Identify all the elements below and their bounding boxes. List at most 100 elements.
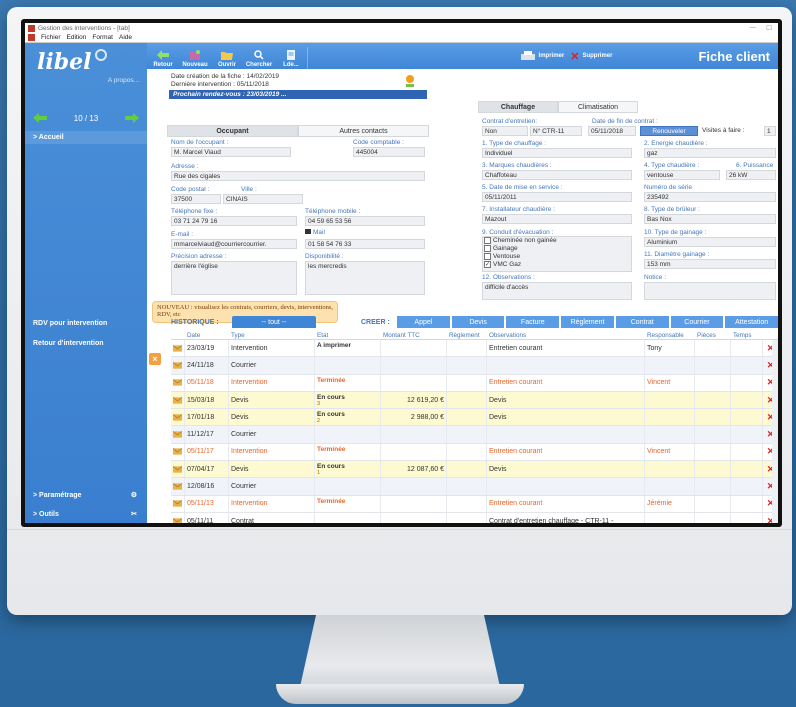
creer-courrier-button[interactable]: Courrier (670, 316, 724, 328)
table-row[interactable]: 23/03/19 Intervention A imprimer Entretien … (171, 340, 778, 358)
col-pieces[interactable]: Pièces (695, 330, 731, 339)
col-montant[interactable]: Montant TTC (381, 330, 447, 339)
table-row[interactable]: 24/11/18 Courrier ✕ (171, 357, 778, 375)
installateur-field[interactable]: Mazout (482, 214, 632, 224)
creer-appel-button[interactable]: Appel (397, 316, 450, 328)
supprimer-button[interactable]: ✕ Supprimer (570, 50, 612, 63)
prev-record-icon[interactable] (33, 113, 47, 123)
tab-occupant[interactable]: Occupant (167, 125, 298, 137)
adresse-field[interactable]: Rue des cigales (171, 171, 425, 181)
ouvrir-button[interactable]: Ouvrir (211, 45, 243, 69)
tel-mobile-field[interactable]: 04 59 65 53 56 (305, 216, 425, 226)
row-etat-label: Terminée (317, 497, 346, 505)
table-scrollbar[interactable] (772, 340, 778, 523)
chercher-button[interactable]: Chercher (243, 45, 275, 69)
table-row[interactable]: 05/11/18 Intervention Terminée Entretien co… (171, 374, 778, 392)
sidebar-item-rdv[interactable]: RDV pour intervention (25, 317, 147, 330)
history-filter-select[interactable]: -- tout -- (232, 316, 316, 328)
type-chaudiere-field[interactable]: ventouse (644, 170, 720, 180)
tab-climatisation[interactable]: Climatisation (558, 101, 638, 113)
sidebar-item-parametrage[interactable]: > Paramétrage ⚙ (25, 489, 147, 502)
notice-field[interactable] (644, 282, 776, 300)
creer-devis-button[interactable]: Devis (451, 316, 505, 328)
code-field[interactable]: 445004 (353, 147, 425, 157)
diametre-field[interactable]: 153 mm (644, 259, 776, 269)
creer-reglement-button[interactable]: Règlement (561, 316, 614, 328)
prochain-rdv-bar[interactable]: Prochain rendez-vous : 23/03/2019 ... (169, 90, 427, 99)
row-observations: Entretien courant (487, 443, 645, 461)
check-ventouse[interactable]: Ventouse (484, 253, 520, 260)
contrat-field[interactable]: Non (482, 126, 528, 136)
observations-field[interactable]: difficile d'accès (482, 282, 632, 300)
renouveler-button[interactable]: Renouveler (640, 126, 698, 136)
close-banner-icon[interactable]: × (149, 353, 161, 365)
nouveau-button[interactable]: Nouveau (179, 45, 211, 69)
serie-field[interactable]: 235492 (644, 192, 776, 202)
marques-field[interactable]: Chaffoteau (482, 170, 632, 180)
fax-field[interactable]: 01 58 54 76 33 (305, 239, 425, 249)
table-row[interactable]: 05/11/11 Contrat Contrat d'entretien chauf… (171, 512, 778, 523)
tel-fixe-field[interactable]: 03 71 24 79 16 (171, 216, 297, 226)
col-type[interactable]: Type (229, 330, 315, 339)
cp-field[interactable]: 37500 (171, 194, 221, 204)
table-row[interactable]: 05/11/13 Intervention Terminée Entretien co… (171, 495, 778, 513)
row-type: Contrat (229, 512, 315, 523)
type-chauffage-field[interactable]: Individuel (482, 148, 632, 158)
table-row[interactable]: 17/01/18 Devis En cours 2 2 988,00 € Devis ✕ (171, 409, 778, 427)
mise-service-field[interactable]: 05/11/2011 (482, 192, 632, 202)
col-responsable[interactable]: Responsable (645, 330, 695, 339)
table-row[interactable]: 15/03/18 Devis En cours 3 12 619,20 € Devis ✕ (171, 391, 778, 410)
check-vmc-gaz[interactable]: ✓ VMC Gaz (484, 261, 521, 268)
creer-contrat-button[interactable]: Contrat (615, 316, 669, 328)
row-etat-label: Terminée (317, 445, 346, 453)
row-etat-label: A imprimer (317, 342, 352, 349)
menu-edition[interactable]: Edition (67, 34, 87, 41)
table-row[interactable]: 05/11/17 Intervention Terminée Entretien co… (171, 443, 778, 462)
dispo-field[interactable]: les mercredis (305, 261, 425, 295)
check-gainage[interactable]: Gainage (484, 245, 518, 252)
menu-fichier[interactable]: Fichier (41, 34, 61, 41)
mail-label[interactable]: Mail (305, 229, 325, 236)
minimize-icon[interactable]: — (750, 24, 757, 32)
retour-button[interactable]: Retour (147, 45, 179, 69)
bruleur-field[interactable]: Bas Nox (644, 214, 776, 224)
imprimer-button[interactable]: Imprimer (520, 51, 564, 61)
next-record-icon[interactable] (125, 113, 139, 123)
tab-autres-contacts[interactable]: Autres contacts (298, 125, 429, 137)
tab-chauffage[interactable]: Chauffage (478, 101, 558, 113)
fin-contrat-field[interactable]: 05/11/2018 (588, 126, 636, 136)
maximize-icon[interactable]: ☐ (766, 24, 772, 32)
sidebar-item-outils[interactable]: > Outils ✂ (25, 508, 147, 521)
table-row[interactable]: 12/08/16 Courrier ✕ (171, 478, 778, 496)
check-cheminee[interactable]: Cheminée non gainée (484, 237, 557, 244)
menu-format[interactable]: Format (92, 34, 113, 41)
gainage-field[interactable]: Aluminium (644, 237, 776, 247)
precision-field[interactable]: derrière l'église (171, 261, 297, 295)
creer-attestation-button[interactable]: Attestation (725, 316, 778, 328)
sidebar-item-accueil[interactable]: > Accueil (25, 131, 147, 144)
creer-facture-button[interactable]: Facture (506, 316, 560, 328)
energie-field[interactable]: gaz (644, 148, 776, 158)
ville-field[interactable]: CINAIS (223, 194, 303, 204)
email-field[interactable]: mmarcelviaud@courriercourrier. (171, 239, 297, 249)
contrat-num-field[interactable]: N° CTR-11 (530, 126, 582, 136)
col-observations[interactable]: Observations (487, 330, 645, 339)
table-row[interactable]: 11/12/17 Courrier ✕ (171, 426, 778, 444)
col-reglement[interactable]: Règlement (447, 330, 487, 339)
apropos-link[interactable]: A propos... (108, 77, 139, 84)
page-title: Fiche client (698, 48, 770, 64)
sidebar-item-retour[interactable]: Retour d'intervention (25, 337, 147, 350)
puissance-field[interactable]: 26 kW (726, 170, 776, 180)
visites-field[interactable]: 1 (764, 126, 776, 136)
monitor-frame: Gestion des interventions - [tab] — ☐ Fi… (7, 7, 792, 615)
lde-button[interactable]: Lde... (275, 45, 307, 69)
map-pin-icon[interactable] (405, 75, 415, 87)
row-reglement (447, 391, 487, 409)
col-temps[interactable]: Temps (731, 330, 763, 339)
table-row[interactable]: 07/04/17 Devis En cours 1 12 087,60 € Devis ✕ (171, 461, 778, 479)
col-etat[interactable]: Etat (315, 330, 381, 339)
col-date[interactable]: Date (185, 330, 229, 339)
row-montant (381, 374, 447, 391)
menu-aide[interactable]: Aide (119, 34, 132, 41)
nom-field[interactable]: M. Marcel Viaud (171, 147, 291, 157)
